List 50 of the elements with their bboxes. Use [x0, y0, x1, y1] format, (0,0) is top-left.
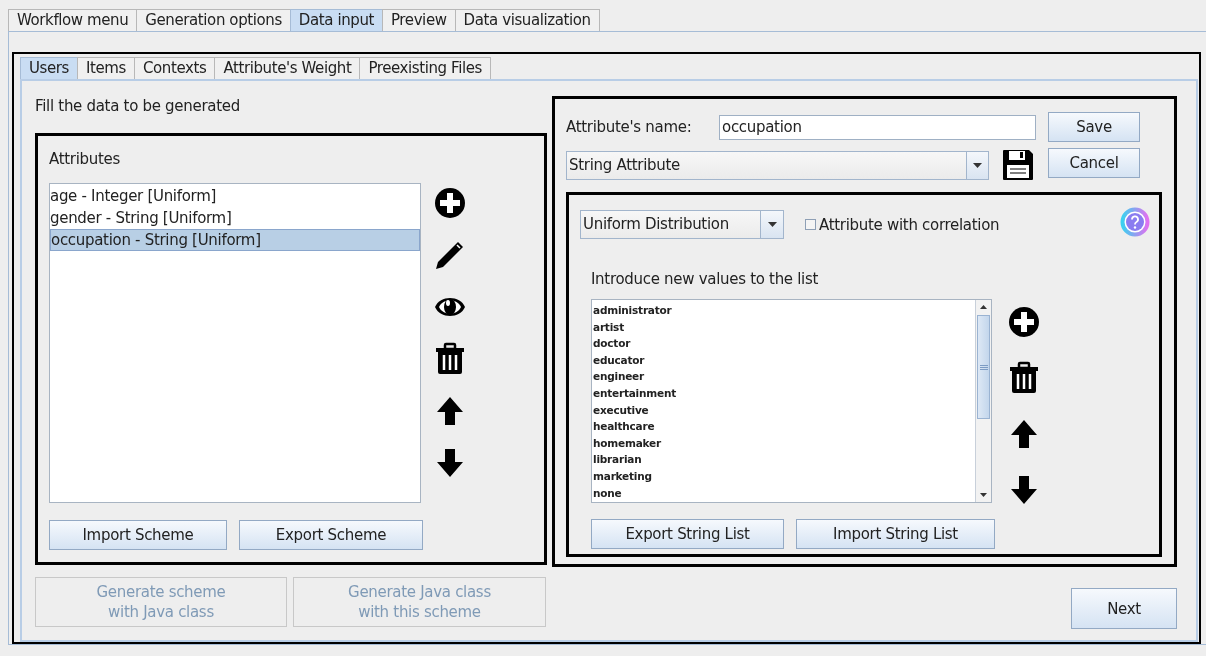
list-item[interactable]: librarian	[593, 453, 642, 466]
caret-icon[interactable]	[767, 222, 777, 227]
add-icon[interactable]	[433, 186, 467, 220]
instruction-text: Fill the data to be generated	[35, 96, 240, 116]
button[interactable]: Export Scheme	[239, 520, 423, 550]
button[interactable]: Import Scheme	[49, 520, 227, 550]
button[interactable]: Import String List	[796, 519, 995, 549]
tab[interactable]: Data visualization	[454, 9, 600, 31]
list-item[interactable]: homemaker	[593, 436, 661, 449]
tab[interactable]: Workflow menu	[8, 9, 138, 31]
tab[interactable]: Items	[77, 57, 135, 79]
list-item[interactable]: age - Integer [Uniform]	[50, 185, 420, 207]
button[interactable]: Cancel	[1048, 148, 1140, 178]
trash-icon[interactable]	[433, 342, 467, 376]
distribution-dropdown[interactable]: Uniform Distribution	[580, 210, 784, 239]
type-dropdown[interactable]: String Attribute	[566, 150, 989, 180]
tab[interactable]: Preexisting Files	[359, 57, 491, 79]
list-item[interactable]: executive	[593, 403, 649, 416]
list-item[interactable]: educator	[593, 353, 645, 366]
list-item[interactable]: none	[593, 486, 622, 499]
tab[interactable]: Attribute's Weight	[214, 57, 361, 79]
button[interactable]: Save	[1048, 112, 1140, 142]
list-item[interactable]: occupation - String [Uniform]	[50, 229, 420, 251]
grip-icon[interactable]	[979, 364, 988, 370]
help-icon[interactable]	[1120, 207, 1150, 237]
trash-icon[interactable]	[1007, 361, 1041, 395]
add-icon[interactable]	[1007, 305, 1041, 339]
tab[interactable]: Users	[20, 57, 78, 79]
correlation-checkbox[interactable]: Attribute with correlation	[805, 215, 1000, 234]
tab[interactable]: Preview	[382, 9, 456, 31]
panel-title: Attributes	[49, 149, 121, 170]
caret-icon[interactable]	[973, 162, 982, 168]
button[interactable]: Export String List	[591, 519, 784, 549]
list-item[interactable]: doctor	[593, 337, 631, 350]
tab[interactable]: Generation options	[136, 9, 291, 31]
scrollbar[interactable]	[975, 300, 991, 502]
list-item[interactable]: engineer	[593, 370, 644, 383]
list-item[interactable]: marketing	[593, 469, 652, 482]
list-item[interactable]: healthcare	[593, 420, 655, 433]
name-field[interactable]: occupation	[719, 114, 1036, 140]
button[interactable]: Next	[1071, 588, 1177, 629]
list-item[interactable]: gender - String [Uniform]	[50, 207, 420, 229]
list-item[interactable]: artist	[593, 320, 624, 333]
field-label: Attribute's name:	[566, 118, 693, 136]
list-item[interactable]: entertainment	[593, 386, 677, 399]
values-label: Introduce new values to the list	[591, 269, 819, 289]
list-item[interactable]: administrator	[593, 304, 672, 316]
scroll-up-icon[interactable]	[980, 305, 987, 309]
tab[interactable]: Data input	[289, 9, 383, 31]
scroll-down-icon[interactable]	[980, 493, 987, 497]
